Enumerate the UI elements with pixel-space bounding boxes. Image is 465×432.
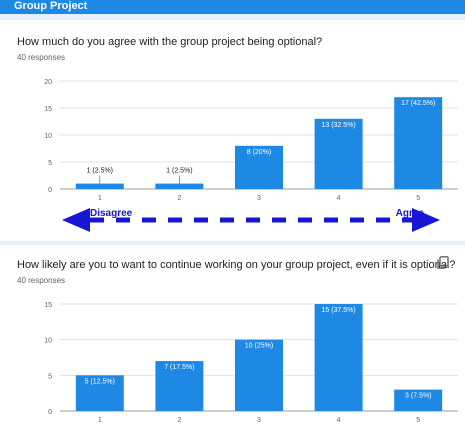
data-label: 5 (12.5%) xyxy=(85,378,115,385)
question-card-agree-optional: How much do you agree with the group pro… xyxy=(0,20,465,241)
bar-chart-likelihood: 0 5 10 15 5 (12.5%) 1 7 (17.5%) 2 10 (25%) 3 15 (3… xyxy=(44,302,458,424)
agree-label: Agree xyxy=(396,208,425,219)
left-arrow-head xyxy=(62,208,90,232)
data-label: 17 (42.5%) xyxy=(401,100,435,107)
bar-chart-agreement: 0 5 10 15 20 1 (2.5%) 1 1 (2.5%) 2 8 (20%) 3 13 (32… xyxy=(44,79,458,232)
x-tick-label: 5 xyxy=(416,195,420,202)
data-label: 10 (25%) xyxy=(245,343,273,350)
data-label: 13 (32.5%) xyxy=(321,122,355,129)
bar xyxy=(235,339,283,411)
x-tick-label: 4 xyxy=(337,195,341,202)
y-tick-label: 15 xyxy=(44,302,52,309)
data-label: 1 (2.5%) xyxy=(166,168,192,175)
data-label: 3 (7.5%) xyxy=(405,393,431,400)
data-label: 1 (2.5%) xyxy=(87,168,113,175)
y-tick-label: 0 xyxy=(48,187,52,194)
bar xyxy=(314,304,363,411)
y-tick-label: 5 xyxy=(48,160,52,167)
x-tick-label: 1 xyxy=(98,417,102,424)
y-tick-label: 10 xyxy=(44,133,52,140)
agreement-scale-arrow: Disagree Agree xyxy=(62,208,440,232)
bar xyxy=(75,183,124,189)
x-tick-label: 1 xyxy=(98,195,102,202)
x-tick-label: 3 xyxy=(257,195,261,202)
form-header: Group Project xyxy=(0,0,465,14)
y-tick-label: 5 xyxy=(48,373,52,380)
question-card-continue-working: How likely are you to want to continue w… xyxy=(0,245,465,432)
x-tick-label: 4 xyxy=(337,417,341,424)
bar xyxy=(394,97,443,189)
x-tick-label: 2 xyxy=(177,195,181,202)
y-tick-label: 20 xyxy=(44,79,52,86)
data-label: 15 (37.5%) xyxy=(321,307,355,314)
chart-plot: 0 5 10 15 20 1 (2.5%) 1 1 (2.5%) 2 8 (20%) 3 13 (32… xyxy=(44,79,458,202)
x-tick-label: 3 xyxy=(257,417,261,424)
y-tick-label: 0 xyxy=(48,409,52,416)
y-tick-label: 15 xyxy=(44,106,52,113)
chart-plot: 0 5 10 15 5 (12.5%) 1 7 (17.5%) 2 10 (25%) 3 15 (3… xyxy=(44,302,458,424)
bar xyxy=(155,183,204,189)
bar xyxy=(314,118,363,189)
y-tick-label: 10 xyxy=(44,338,52,345)
x-tick-label: 5 xyxy=(416,417,420,424)
data-label: 8 (20%) xyxy=(247,149,272,156)
disagree-label: Disagree xyxy=(90,208,133,219)
data-label: 7 (17.5%) xyxy=(164,364,194,371)
x-tick-label: 2 xyxy=(177,417,181,424)
